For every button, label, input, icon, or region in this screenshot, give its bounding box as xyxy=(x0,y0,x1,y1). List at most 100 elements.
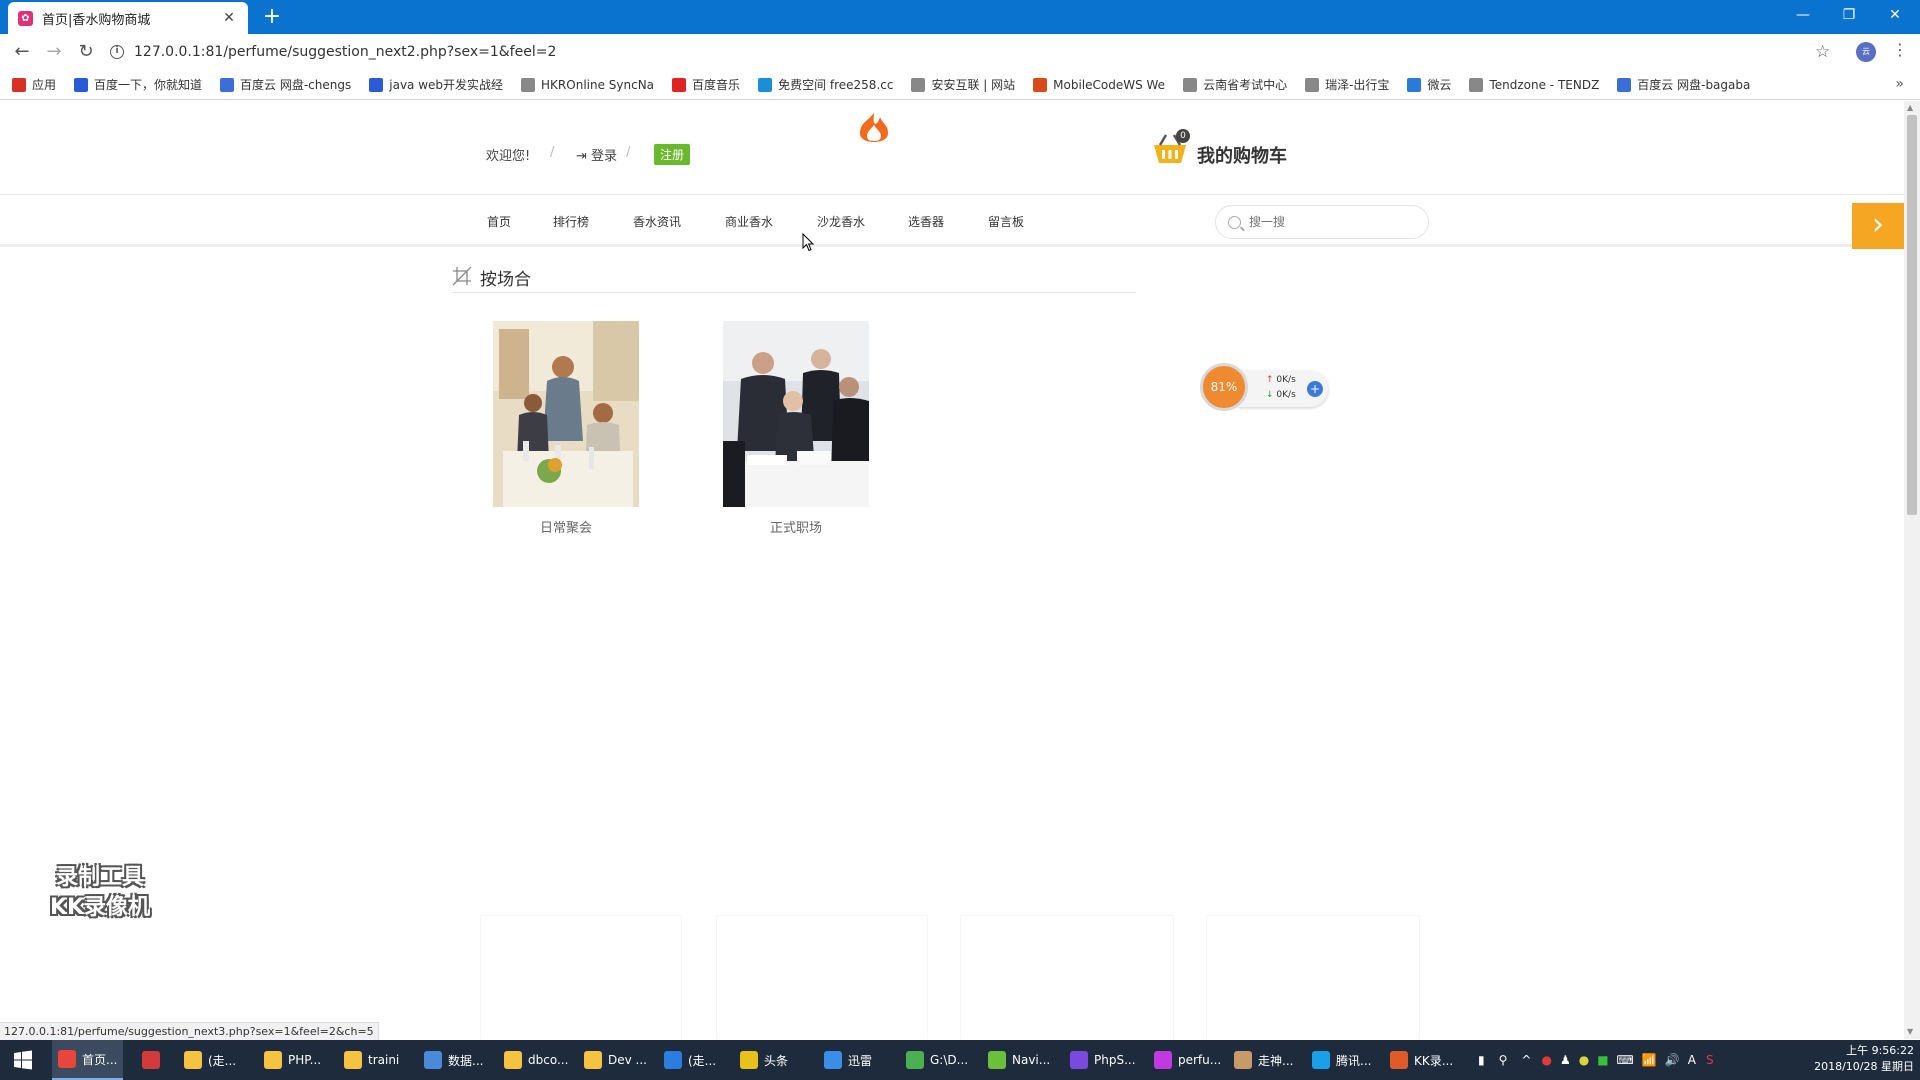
people-icon[interactable]: ⚲ xyxy=(1499,1053,1508,1067)
taskbar-app[interactable]: 头条 xyxy=(734,1040,794,1080)
scroll-up-icon[interactable]: ▲ xyxy=(1907,103,1913,112)
address-bar-row: ← → ↻ i 127.0.0.1:81/perfume/suggestion_… xyxy=(0,34,1920,70)
tray-app-icon[interactable]: ■ xyxy=(1597,1053,1608,1067)
memory-percent[interactable]: 81% xyxy=(1200,363,1248,411)
battery-icon[interactable]: ▮ xyxy=(1478,1053,1485,1067)
bookmark-item[interactable]: MobileCodeWS We xyxy=(1033,77,1165,92)
product-caption[interactable]: 正式职场 xyxy=(723,517,869,536)
search-box[interactable] xyxy=(1215,205,1429,239)
taskbar-app[interactable]: traini xyxy=(338,1040,405,1080)
placeholder-card xyxy=(1206,915,1420,1039)
taskbar-app[interactable]: PHP... xyxy=(258,1040,327,1080)
nav-item-selector[interactable]: 选香器 xyxy=(908,213,944,230)
taskbar-app-label: 迅雷 xyxy=(848,1053,873,1068)
close-tab-icon[interactable]: ✕ xyxy=(220,10,238,26)
bookmark-item[interactable]: 云南省考试中心 xyxy=(1183,76,1287,93)
taskbar-app[interactable]: (走... xyxy=(178,1040,242,1080)
taskbar-app[interactable] xyxy=(136,1040,172,1080)
more-menu-icon[interactable]: ⋮ xyxy=(1892,40,1908,59)
bookmark-item[interactable]: 百度一下，你就知道 xyxy=(74,76,202,93)
taskbar-app[interactable]: 迅雷 xyxy=(818,1040,878,1080)
taskbar-clock[interactable]: 上午 9:56:22 2018/10/28 星期日 xyxy=(1800,1043,1914,1075)
scroll-thumb[interactable] xyxy=(1907,115,1917,515)
bookmark-item[interactable]: 百度云 网盘-chengs xyxy=(220,76,351,93)
more-bookmarks-icon[interactable]: » xyxy=(1895,76,1904,92)
section-header: 按场合 xyxy=(452,261,1136,293)
restore-icon[interactable]: ❐ xyxy=(1826,0,1872,30)
back-icon[interactable]: ← xyxy=(8,38,36,66)
taskbar-app[interactable]: 首页... xyxy=(52,1040,124,1080)
browser-tab[interactable]: ✿ 首页|香水购物商城 ✕ xyxy=(8,2,248,34)
volume-icon[interactable]: 🔊 xyxy=(1665,1053,1680,1067)
new-tab-button[interactable]: + xyxy=(260,4,284,30)
product-caption[interactable]: 日常聚会 xyxy=(493,517,639,536)
taskbar-app[interactable]: (走... xyxy=(658,1040,722,1080)
bookmark-item[interactable]: HKROnline SyncNa xyxy=(521,77,654,92)
taskbar-app[interactable]: perfu... xyxy=(1148,1040,1227,1080)
network-speed-widget[interactable]: ↑ 0K/s ↓ 0K/s + 81% xyxy=(1200,363,1330,413)
nav-item-guestbook[interactable]: 留言板 xyxy=(988,213,1024,230)
minimize-icon[interactable]: — xyxy=(1780,0,1826,30)
product-image-office[interactable] xyxy=(723,321,869,507)
taskbar-app[interactable]: KK录... xyxy=(1384,1040,1459,1080)
bookmark-item[interactable]: 应用 xyxy=(12,76,56,93)
bookmark-item[interactable]: java web开发实战经 xyxy=(369,76,503,93)
logo-flame-icon[interactable] xyxy=(856,111,892,143)
side-arrow-button[interactable]: › xyxy=(1852,203,1904,249)
taskbar-app[interactable]: Navi... xyxy=(982,1040,1056,1080)
omnibox[interactable]: i 127.0.0.1:81/perfume/suggestion_next2.… xyxy=(110,38,1810,66)
user-tray-icon[interactable]: ♟ xyxy=(1560,1053,1571,1067)
bookmark-item[interactable]: 百度音乐 xyxy=(672,76,740,93)
bookmark-item[interactable]: 安安互联 | 网站 xyxy=(911,76,1015,93)
bookmark-star-icon[interactable]: ☆ xyxy=(1815,42,1830,62)
taskbar-app[interactable]: 走神... xyxy=(1228,1040,1299,1080)
browser-title-bar: ✿ 首页|香水购物商城 ✕ + — ❐ ✕ xyxy=(0,0,1920,34)
nav-item-news[interactable]: 香水资讯 xyxy=(633,213,681,230)
globe-icon xyxy=(758,77,773,92)
taskbar-app[interactable]: Dev ... xyxy=(578,1040,653,1080)
nav-item-commercial[interactable]: 商业香水 xyxy=(725,213,773,230)
sogou-ime-icon[interactable]: S xyxy=(1706,1053,1714,1067)
search-input[interactable] xyxy=(1249,215,1409,229)
taskbar-app[interactable]: G:\D... xyxy=(900,1040,974,1080)
info-icon[interactable]: i xyxy=(110,45,124,59)
keyboard-icon[interactable]: ⌨ xyxy=(1617,1053,1634,1067)
speed-boost-icon[interactable]: + xyxy=(1307,381,1323,397)
taskbar-app-label: G:\D... xyxy=(930,1053,969,1067)
main-nav: 首页 排行榜 香水资讯 商业香水 沙龙香水 选香器 留言板 › xyxy=(0,195,1904,252)
scroll-down-icon[interactable]: ▼ xyxy=(1907,1027,1913,1036)
product-card[interactable]: 正式职场 xyxy=(723,321,869,536)
ime-icon[interactable]: A xyxy=(1688,1053,1696,1067)
placeholder-card xyxy=(716,915,928,1039)
cart-label[interactable]: 我的购物车 xyxy=(1197,142,1287,168)
forward-icon[interactable]: → xyxy=(40,38,68,66)
profile-avatar-icon[interactable]: 云 xyxy=(1856,42,1876,62)
antivirus-icon[interactable]: ● xyxy=(1541,1053,1551,1067)
register-button[interactable]: 注册 xyxy=(654,144,691,165)
taskbar-app[interactable]: dbco... xyxy=(498,1040,574,1080)
page-scrollbar[interactable]: ▲ ▼ xyxy=(1904,101,1920,1039)
product-image-party[interactable] xyxy=(493,321,639,507)
login-link[interactable]: ⇥ 登录 xyxy=(576,145,617,164)
taskbar-app[interactable]: 数据... xyxy=(418,1040,489,1080)
product-card[interactable]: 日常聚会 xyxy=(493,321,639,536)
network-icon[interactable]: 📶 xyxy=(1642,1053,1657,1067)
url-text[interactable]: 127.0.0.1:81/perfume/suggestion_next2.ph… xyxy=(134,44,556,60)
taskbar-app[interactable]: PhpS... xyxy=(1064,1040,1142,1080)
nav-item-salon[interactable]: 沙龙香水 xyxy=(817,213,865,230)
close-window-icon[interactable]: ✕ xyxy=(1872,0,1918,30)
reload-icon[interactable]: ↻ xyxy=(72,38,100,66)
nav-item-ranking[interactable]: 排行榜 xyxy=(553,213,589,230)
bookmark-item[interactable]: Tendzone - TENDZ xyxy=(1469,77,1599,92)
bookmark-item[interactable]: 微云 xyxy=(1407,76,1451,93)
windows-start-icon[interactable] xyxy=(8,1050,38,1070)
taskbar-app[interactable]: 腾讯... xyxy=(1306,1040,1377,1080)
tray-app-icon[interactable]: ● xyxy=(1579,1053,1589,1067)
bookmark-item[interactable]: 百度云 网盘-bagaba xyxy=(1617,76,1750,93)
bookmark-label: 云南省考试中心 xyxy=(1203,78,1288,92)
bookmark-item[interactable]: 免费空间 free258.cc xyxy=(758,76,893,93)
tray-expand-icon[interactable]: ^ xyxy=(1521,1053,1531,1067)
nav-item-home[interactable]: 首页 xyxy=(487,213,511,230)
taskbar-app-label: PHP... xyxy=(288,1053,322,1067)
bookmark-item[interactable]: 瑞泽-出行宝 xyxy=(1305,76,1389,93)
